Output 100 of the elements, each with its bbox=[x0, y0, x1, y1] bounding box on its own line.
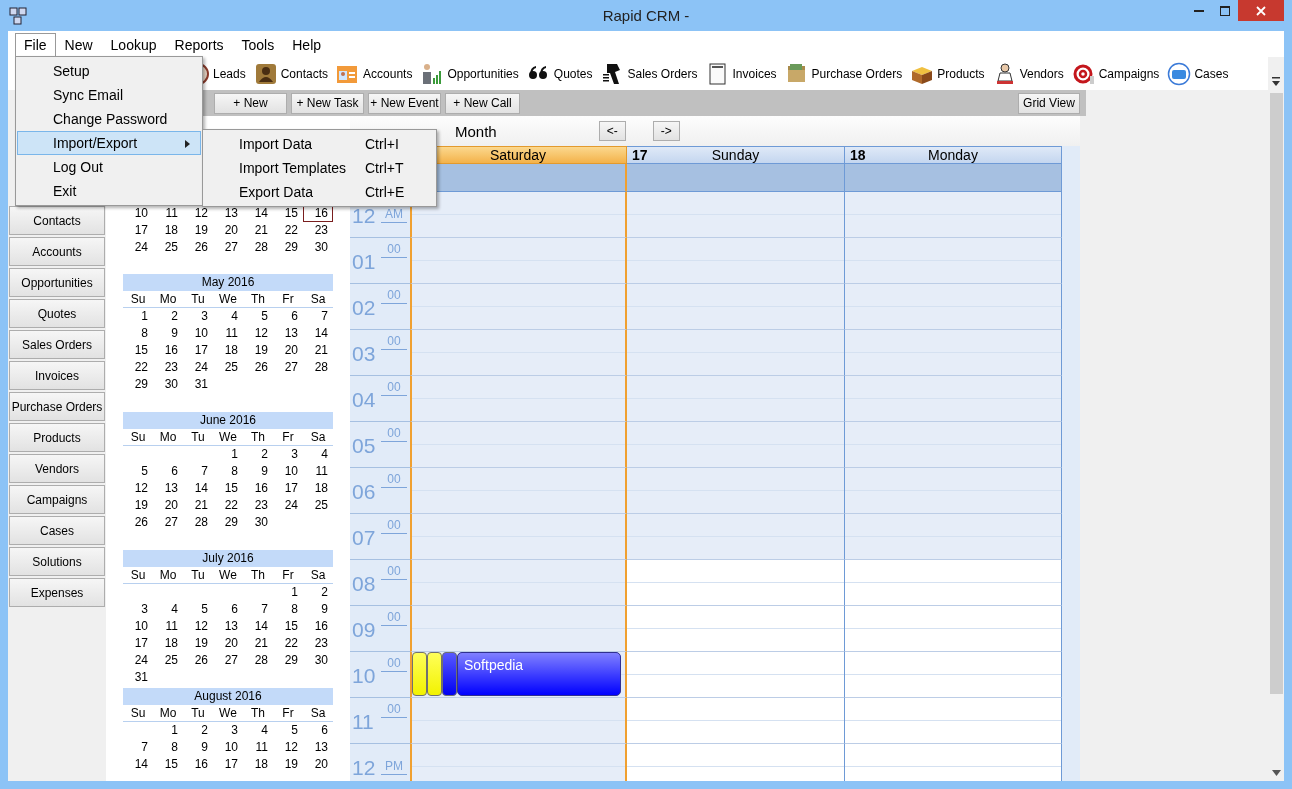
calendar-day[interactable]: 13 bbox=[303, 739, 333, 756]
nav-button[interactable]: Purchase Orders bbox=[9, 392, 105, 421]
calendar-day[interactable]: 27 bbox=[213, 652, 243, 669]
time-slot[interactable] bbox=[627, 330, 845, 376]
grid-view-button[interactable]: Grid View bbox=[1018, 92, 1080, 114]
calendar-day[interactable]: 10 bbox=[123, 205, 153, 222]
calendar-day[interactable]: 28 bbox=[243, 652, 273, 669]
time-slot[interactable] bbox=[845, 468, 1062, 514]
calendar-day[interactable]: 29 bbox=[273, 652, 303, 669]
calendar-day[interactable]: 10 bbox=[213, 739, 243, 756]
calendar-day[interactable]: 26 bbox=[183, 239, 213, 256]
calendar-day[interactable]: 16 bbox=[153, 342, 183, 359]
time-slot[interactable] bbox=[845, 192, 1062, 238]
day-header[interactable]: 17 Sunday bbox=[627, 146, 845, 164]
calendar-day[interactable]: 15 bbox=[273, 618, 303, 635]
calendar-day[interactable]: 16 bbox=[243, 480, 273, 497]
calendar-day[interactable]: 21 bbox=[243, 222, 273, 239]
calendar-day[interactable]: 14 bbox=[123, 756, 153, 773]
calendar-day[interactable]: 18 bbox=[153, 635, 183, 652]
calendar-day[interactable]: 5 bbox=[183, 601, 213, 618]
calendar-day[interactable]: 20 bbox=[273, 342, 303, 359]
appointment[interactable]: Softpedia bbox=[457, 652, 621, 696]
nav-button[interactable]: Contacts bbox=[9, 206, 105, 235]
time-slot[interactable] bbox=[845, 376, 1062, 422]
calendar-day[interactable]: 9 bbox=[153, 325, 183, 342]
toolbar-button[interactable]: Vendors bbox=[992, 61, 1064, 86]
day-header[interactable]: 18 Monday bbox=[845, 146, 1062, 164]
time-slot[interactable] bbox=[410, 284, 627, 330]
menu-item[interactable]: Sync Email bbox=[17, 83, 201, 107]
calendar-day[interactable]: 20 bbox=[213, 222, 243, 239]
calendar-day[interactable]: 30 bbox=[303, 652, 333, 669]
time-slot[interactable] bbox=[410, 514, 627, 560]
calendar-day[interactable]: 7 bbox=[303, 308, 333, 325]
calendar-day[interactable]: 6 bbox=[153, 463, 183, 480]
menu-item[interactable]: Lookup bbox=[101, 33, 166, 57]
calendar-day[interactable]: 29 bbox=[123, 376, 153, 393]
calendar-day[interactable]: 14 bbox=[183, 480, 213, 497]
calendar-day[interactable]: 18 bbox=[213, 342, 243, 359]
calendar-day[interactable]: 23 bbox=[153, 359, 183, 376]
menu-item[interactable]: Log Out bbox=[17, 155, 201, 179]
time-slot[interactable] bbox=[627, 192, 845, 238]
calendar-day[interactable]: 25 bbox=[303, 497, 333, 514]
calendar-day[interactable]: 9 bbox=[303, 601, 333, 618]
nav-button[interactable]: Products bbox=[9, 423, 105, 452]
time-slot[interactable] bbox=[410, 422, 627, 468]
calendar-day[interactable]: 3 bbox=[213, 722, 243, 739]
view-tab[interactable]: Month bbox=[455, 122, 497, 140]
calendar-day[interactable]: 27 bbox=[273, 359, 303, 376]
nav-button[interactable]: Quotes bbox=[9, 299, 105, 328]
calendar-day[interactable]: 9 bbox=[183, 739, 213, 756]
calendar-day[interactable]: 25 bbox=[153, 652, 183, 669]
calendar-day[interactable]: 2 bbox=[303, 584, 333, 601]
calendar-day[interactable]: 13 bbox=[213, 205, 243, 222]
calendar-day[interactable]: 4 bbox=[213, 308, 243, 325]
calendar-day[interactable]: 17 bbox=[213, 756, 243, 773]
calendar-day[interactable]: 24 bbox=[123, 652, 153, 669]
calendar-day[interactable]: 18 bbox=[153, 222, 183, 239]
time-slot[interactable] bbox=[410, 376, 627, 422]
calendar-day[interactable]: 30 bbox=[153, 376, 183, 393]
time-slot[interactable] bbox=[627, 744, 845, 781]
calendar-day[interactable]: 14 bbox=[303, 325, 333, 342]
calendar-day[interactable]: 12 bbox=[273, 739, 303, 756]
calendar-day[interactable]: 29 bbox=[213, 514, 243, 531]
calendar-day[interactable]: 12 bbox=[183, 618, 213, 635]
time-slot[interactable] bbox=[845, 606, 1062, 652]
time-slot[interactable] bbox=[410, 744, 627, 781]
calendar-day[interactable]: 8 bbox=[213, 463, 243, 480]
calendar-day[interactable]: 24 bbox=[123, 239, 153, 256]
action-button[interactable]: + New bbox=[214, 92, 287, 114]
calendar-day[interactable]: 19 bbox=[183, 222, 213, 239]
calendar-day[interactable]: 31 bbox=[123, 669, 153, 686]
time-slot[interactable] bbox=[410, 192, 627, 238]
time-slot[interactable] bbox=[627, 376, 845, 422]
calendar-day[interactable]: 14 bbox=[243, 618, 273, 635]
nav-button[interactable]: Cases bbox=[9, 516, 105, 545]
calendar-day[interactable]: 23 bbox=[303, 635, 333, 652]
calendar-day[interactable]: 19 bbox=[183, 635, 213, 652]
toolbar-button[interactable]: Purchase Orders bbox=[784, 61, 903, 86]
nav-button[interactable]: Sales Orders bbox=[9, 330, 105, 359]
calendar-day[interactable]: 27 bbox=[153, 514, 183, 531]
menu-item[interactable]: Tools bbox=[232, 33, 284, 57]
nav-button[interactable]: Solutions bbox=[9, 547, 105, 576]
calendar-day[interactable]: 16 bbox=[303, 205, 333, 222]
calendar-day[interactable]: 26 bbox=[243, 359, 273, 376]
calendar-day[interactable]: 20 bbox=[303, 756, 333, 773]
calendar-day[interactable]: 10 bbox=[123, 618, 153, 635]
calendar-day[interactable]: 1 bbox=[123, 308, 153, 325]
toolbar-button[interactable]: Accounts bbox=[336, 61, 413, 86]
calendar-day[interactable]: 18 bbox=[303, 480, 333, 497]
calendar-day[interactable]: 13 bbox=[153, 480, 183, 497]
calendar-day[interactable]: 1 bbox=[273, 584, 303, 601]
menu-item[interactable]: Setup bbox=[17, 59, 201, 83]
calendar-day[interactable]: 3 bbox=[273, 446, 303, 463]
nav-button[interactable]: Campaigns bbox=[9, 485, 105, 514]
calendar-day[interactable]: 15 bbox=[273, 205, 303, 222]
calendar-day[interactable]: 28 bbox=[303, 359, 333, 376]
menu-item[interactable]: Help bbox=[283, 33, 331, 57]
calendar-day[interactable]: 13 bbox=[213, 618, 243, 635]
calendar-day[interactable]: 24 bbox=[273, 497, 303, 514]
time-slot[interactable] bbox=[845, 652, 1062, 698]
